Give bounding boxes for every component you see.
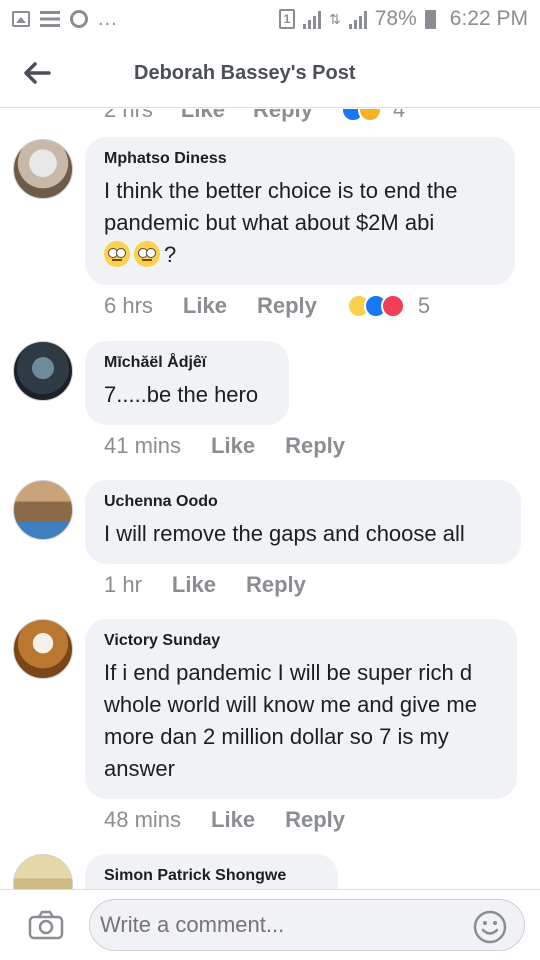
- love-reaction-icon: [380, 294, 405, 318]
- reactions-summary[interactable]: [346, 294, 405, 318]
- status-bar: ... 1 ⇅ 78% 6:22 PM: [0, 0, 540, 38]
- comment-feed[interactable]: 2 hrs Like Reply 4 Mphatso Diness I thin…: [0, 109, 540, 890]
- chrome-notification-icon: [70, 10, 88, 28]
- comment-input[interactable]: [89, 899, 525, 951]
- reply-button[interactable]: Reply: [285, 433, 345, 459]
- battery-icon: [424, 9, 436, 29]
- more-notifications-icon: ...: [98, 8, 118, 30]
- comment-author[interactable]: Mphatso Diness: [104, 149, 495, 169]
- comment-author[interactable]: Mīchăël Ådjêï: [104, 353, 269, 373]
- comment-body: I will remove the gaps and choose all: [104, 521, 465, 546]
- eye-roll-emoji-icon: [104, 241, 130, 267]
- avatar[interactable]: [13, 480, 73, 540]
- comment-composer: [0, 889, 540, 960]
- comment-time: 41 mins: [104, 433, 182, 458]
- comment-time: 6 hrs: [104, 293, 153, 318]
- comment-author[interactable]: Uchenna Oodo: [104, 492, 501, 512]
- haha-reaction-icon: [357, 109, 382, 122]
- comment-actions: 48 mins Like Reply: [104, 807, 375, 833]
- like-button[interactable]: Like: [211, 433, 255, 459]
- signal-icon: [303, 9, 322, 29]
- comment-bubble[interactable]: Victory Sunday If i end pandemic I will …: [85, 619, 517, 799]
- comment-time: 1 hr: [104, 572, 142, 597]
- reply-button[interactable]: Reply: [257, 293, 317, 319]
- comment-time: 2 hrs: [104, 109, 153, 122]
- avatar[interactable]: [13, 139, 73, 199]
- avatar[interactable]: [13, 341, 73, 401]
- reactions-summary[interactable]: 4: [340, 109, 406, 123]
- page-title: Deborah Bassey's Post: [134, 62, 356, 84]
- reaction-count: 5: [417, 293, 431, 318]
- signal-strength-icon: [348, 9, 367, 29]
- previous-comment-actions: 2 hrs Like Reply 4: [104, 109, 405, 123]
- comment-body: I think the better choice is to end the …: [104, 178, 458, 235]
- reaction-count: 4: [392, 109, 406, 122]
- comment-author[interactable]: Victory Sunday: [104, 631, 497, 651]
- like-button[interactable]: Like: [181, 109, 225, 123]
- gallery-notification-icon: [12, 11, 30, 27]
- post-header: Deborah Bassey's Post: [0, 38, 540, 108]
- avatar[interactable]: [13, 619, 73, 679]
- like-button[interactable]: Like: [211, 807, 255, 833]
- back-arrow-icon[interactable]: [22, 58, 52, 88]
- eye-roll-emoji-icon: [134, 241, 160, 267]
- comment-bubble[interactable]: Uchenna Oodo I will remove the gaps and …: [85, 480, 521, 564]
- comment-actions: 41 mins Like Reply: [104, 433, 375, 459]
- like-button[interactable]: Like: [172, 572, 216, 598]
- comment-actions: 1 hr Like Reply: [104, 572, 336, 598]
- battery-percent: 78%: [374, 7, 417, 30]
- comment-body: If i end pandemic I will be super rich d…: [104, 660, 477, 781]
- sim-icon: 1: [279, 9, 296, 29]
- like-button[interactable]: Like: [183, 293, 227, 319]
- data-arrows-icon: ⇅: [329, 11, 341, 27]
- avatar[interactable]: [13, 854, 73, 890]
- comment-bubble[interactable]: Simon Patrick Shongwe: [85, 854, 338, 890]
- comment-suffix: ?: [164, 242, 177, 267]
- emoji-picker-icon[interactable]: [473, 910, 507, 944]
- comment-time: 48 mins: [104, 807, 182, 832]
- clock: 6:22 PM: [449, 7, 528, 30]
- comment-text: I think the better choice is to end the …: [104, 175, 495, 271]
- camera-icon[interactable]: [28, 910, 64, 940]
- list-notification-icon: [40, 11, 60, 27]
- comment-actions: 6 hrs Like Reply 5: [104, 293, 430, 319]
- reply-button[interactable]: Reply: [253, 109, 313, 123]
- comment-bubble[interactable]: Mīchăël Ådjêï 7.....be the hero: [85, 341, 289, 425]
- comment-body: 7.....be the hero: [104, 382, 259, 407]
- comment-bubble[interactable]: Mphatso Diness I think the better choice…: [85, 137, 515, 285]
- comment-author[interactable]: Simon Patrick Shongwe: [104, 866, 318, 886]
- reply-button[interactable]: Reply: [285, 807, 345, 833]
- reply-button[interactable]: Reply: [246, 572, 306, 598]
